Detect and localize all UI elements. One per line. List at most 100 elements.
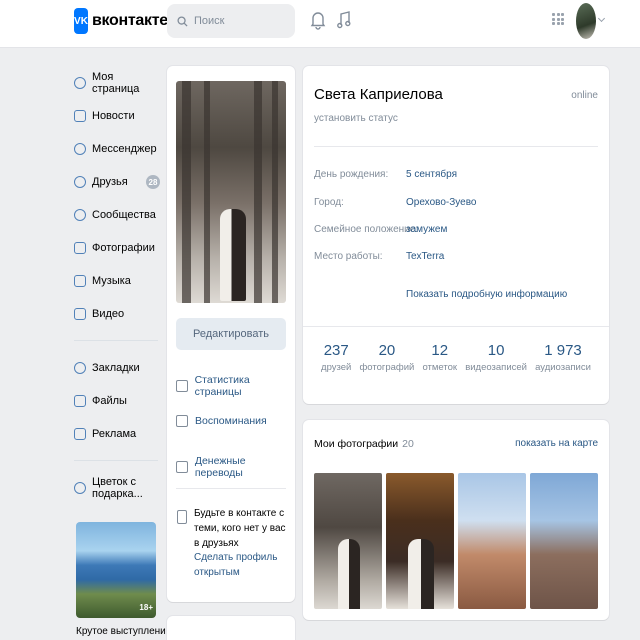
profile-info-card: Света Каприелова online установить стату…: [303, 66, 609, 404]
my-photos-card: Мои фотографии 20 показать на карте: [303, 420, 609, 620]
menu-item-label: Закладки: [92, 361, 140, 374]
friends-count-badge: 28: [146, 175, 160, 189]
photo-thumbnail[interactable]: [458, 473, 526, 609]
videos-counter[interactable]: 10 видеозаписей: [465, 342, 527, 373]
avatar[interactable]: [576, 3, 596, 39]
set-status-link[interactable]: установить статус: [314, 113, 398, 124]
music-note-icon[interactable]: [336, 10, 352, 30]
menu-item-friends[interactable]: Друзья 28: [74, 165, 160, 198]
search-placeholder: Поиск: [194, 15, 225, 27]
search-input[interactable]: Поиск: [167, 4, 295, 38]
menu-item-news[interactable]: Новости: [74, 99, 160, 132]
birthday-label: День рождения:: [314, 169, 389, 180]
audio-counter[interactable]: 1 973 аудиозаписи: [535, 342, 591, 373]
bell-icon[interactable]: [310, 10, 326, 30]
workplace-value[interactable]: TexTerra: [406, 251, 444, 262]
menu-item-communities[interactable]: Сообщества: [74, 198, 160, 231]
logo-text: вконтакте: [92, 12, 168, 29]
counter-value: 12: [431, 342, 449, 359]
show-on-map-link[interactable]: показать на карте: [515, 438, 598, 449]
menu-item-label: Музыка: [92, 274, 131, 287]
top-header: VK вконтакте Поиск: [0, 0, 640, 48]
city-value[interactable]: Орехово-Зуево: [406, 197, 476, 208]
memories-link[interactable]: Воспоминания: [176, 415, 267, 427]
menu-divider: [74, 340, 158, 341]
menu-item-app[interactable]: Цветок с подарка...: [74, 471, 160, 504]
money-transfer-icon: [176, 461, 188, 473]
menu-item-photos[interactable]: Фотографии: [74, 231, 160, 264]
relationship-label: Семейное положение:: [314, 224, 419, 235]
menu-item-label: Моя страница: [92, 70, 140, 95]
menu-item-label: Фотографии: [92, 241, 155, 254]
divider: [176, 488, 286, 489]
workplace-label: Место работы:: [314, 251, 383, 262]
bookmark-icon: [74, 361, 86, 374]
edit-profile-button[interactable]: Редактировать: [176, 318, 286, 350]
photos-counter[interactable]: 20 фотографий: [359, 342, 414, 373]
video-icon: [74, 307, 86, 320]
counter-label: аудиозаписи: [535, 362, 591, 373]
menu-item-messenger[interactable]: Мессенджер: [74, 132, 160, 165]
photos-icon: [74, 241, 86, 254]
show-details-link[interactable]: Показать подробную информацию: [406, 289, 567, 300]
photo-thumbnail[interactable]: [530, 473, 598, 609]
menu-item-bookmarks[interactable]: Закладки: [74, 351, 160, 384]
counter-value: 1 973: [544, 342, 582, 359]
counter-value: 20: [378, 342, 396, 359]
photo-thumbnail[interactable]: [314, 473, 382, 609]
menu-item-my-page[interactable]: Моя страница: [74, 66, 160, 99]
counter-label: друзей: [321, 362, 352, 373]
link-label: Денежные переводы: [194, 455, 246, 479]
link-label: Воспоминания: [195, 415, 267, 427]
make-profile-public-link[interactable]: Сделать профиль открытым: [194, 550, 290, 580]
messenger-icon: [74, 142, 86, 155]
money-transfers-link[interactable]: Денежные переводы: [176, 455, 295, 479]
app-icon: [74, 481, 86, 494]
menu-item-label: Мессенджер: [92, 142, 157, 155]
menu-item-music[interactable]: Музыка: [74, 264, 160, 297]
news-icon: [74, 109, 86, 122]
chevron-down-icon[interactable]: [597, 14, 606, 23]
photos-title-text: Мои фотографии: [314, 438, 399, 450]
menu-item-label: Друзья: [92, 175, 128, 188]
music-icon: [74, 274, 86, 287]
profile-photo[interactable]: [176, 81, 286, 303]
menu-item-label: Реклама: [92, 427, 137, 440]
file-icon: [74, 394, 86, 407]
friends-icon: [74, 175, 86, 188]
photos-section-title[interactable]: Мои фотографии 20: [314, 438, 414, 450]
online-status: online: [571, 90, 598, 101]
communities-icon: [74, 208, 86, 221]
tags-counter[interactable]: 12 отметок: [422, 342, 457, 373]
vk-logo-icon: VK: [74, 8, 88, 34]
counter-label: фотографий: [359, 362, 415, 373]
counter-value: 10: [487, 342, 505, 359]
stats-icon: [176, 380, 188, 392]
page-stats-link[interactable]: Статистика страницы: [176, 374, 295, 398]
menu-item-label: Цветок с подарка...: [92, 475, 143, 500]
user-icon: [74, 76, 86, 89]
apps-grid-icon[interactable]: [552, 13, 564, 25]
link-label: Статистика страницы: [194, 374, 250, 398]
counter-label: отметок: [422, 362, 458, 373]
promo-image[interactable]: 18+: [76, 522, 156, 618]
menu-item-label: Новости: [92, 109, 135, 122]
search-icon: [177, 15, 188, 27]
lock-icon: [177, 510, 187, 524]
menu-item-ads[interactable]: Реклама: [74, 417, 160, 450]
photo-thumbnail[interactable]: [386, 473, 454, 609]
vk-logo[interactable]: VK вконтакте: [74, 8, 168, 34]
menu-item-files[interactable]: Файлы: [74, 384, 160, 417]
promo-caption[interactable]: Крутое выступление!: [76, 626, 174, 637]
memories-icon: [176, 415, 188, 427]
relationship-value[interactable]: замужем: [406, 224, 447, 235]
profile-sidebar-card: Редактировать Статистика страницы Воспом…: [167, 66, 295, 602]
profile-name: Света Каприелова: [314, 86, 443, 103]
age-rating-badge: 18+: [139, 603, 153, 612]
counter-label: видеозаписей: [465, 362, 527, 373]
menu-item-label: Файлы: [92, 394, 127, 407]
menu-item-video[interactable]: Видео: [74, 297, 160, 330]
birthday-value[interactable]: 5 сентября: [406, 169, 457, 180]
friends-counter[interactable]: 237 друзей: [321, 342, 351, 373]
counter-value: 237: [323, 342, 349, 359]
